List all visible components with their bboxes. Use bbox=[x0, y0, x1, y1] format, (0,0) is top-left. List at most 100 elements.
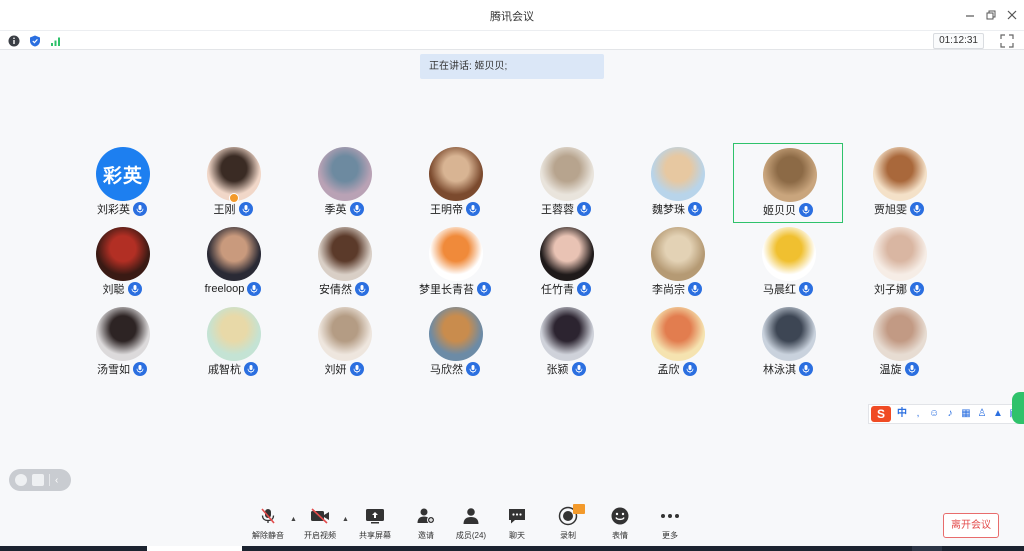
participant-tile[interactable]: 王刚 bbox=[178, 143, 288, 223]
leave-meeting-button[interactable]: 离开会议 bbox=[943, 513, 999, 538]
status-bar: 01:12:31 bbox=[0, 30, 1024, 50]
chat-bubble-icon[interactable] bbox=[32, 474, 44, 486]
start-video-button[interactable]: 开启视频 bbox=[295, 506, 345, 542]
avatar[interactable] bbox=[763, 148, 817, 202]
unmute-button[interactable]: 解除静音 bbox=[243, 506, 293, 542]
avatar[interactable]: 彩英 bbox=[96, 147, 150, 201]
avatar[interactable] bbox=[873, 147, 927, 201]
avatar[interactable] bbox=[318, 307, 372, 361]
participant-name-row: 孟欣 bbox=[622, 361, 732, 377]
participant-tile[interactable]: 季英 bbox=[289, 143, 399, 223]
emoji-icon[interactable]: ☺ bbox=[929, 409, 939, 419]
avatar[interactable] bbox=[873, 227, 927, 281]
microphone-icon bbox=[349, 202, 364, 216]
members-label: 成员(24) bbox=[455, 531, 487, 540]
participant-tile[interactable]: 王蓉蓉 bbox=[511, 143, 621, 223]
voice-icon[interactable]: ♪ bbox=[945, 409, 955, 419]
participant-tile[interactable]: 李尚宗 bbox=[622, 223, 732, 303]
keyboard-icon[interactable]: ▦ bbox=[961, 409, 971, 419]
emoji-reaction-icon[interactable] bbox=[15, 474, 27, 486]
floating-controls[interactable]: ‹ bbox=[9, 469, 71, 491]
participant-name-row: 马晨红 bbox=[733, 281, 843, 297]
participant-name-row: 王蓉蓉 bbox=[511, 201, 621, 217]
avatar[interactable] bbox=[651, 147, 705, 201]
participant-tile[interactable]: 彩英 刘彩英 bbox=[67, 143, 177, 223]
participant-tile[interactable]: 安倩然 bbox=[289, 223, 399, 303]
avatar[interactable] bbox=[651, 307, 705, 361]
participant-name-row: 安倩然 bbox=[289, 281, 399, 297]
taskbar-active-app[interactable] bbox=[147, 546, 242, 551]
chat-button[interactable]: 聊天 bbox=[492, 506, 542, 542]
avatar[interactable] bbox=[318, 147, 372, 201]
participant-tile[interactable]: 林泳淇 bbox=[733, 303, 843, 383]
avatar[interactable] bbox=[429, 227, 483, 281]
skin-icon[interactable]: ▲ bbox=[993, 409, 1003, 419]
participant-tile[interactable]: 姬贝贝 bbox=[733, 143, 843, 223]
participant-name-row: 林泳淇 bbox=[733, 361, 843, 377]
side-tab[interactable] bbox=[1012, 392, 1024, 424]
avatar[interactable] bbox=[96, 307, 150, 361]
avatar[interactable] bbox=[318, 227, 372, 281]
punctuation-icon[interactable]: , bbox=[913, 409, 923, 419]
participant-tile[interactable]: 任竹青 bbox=[511, 223, 621, 303]
share-screen-label: 共享屏幕 bbox=[359, 531, 391, 540]
record-button[interactable]: 录制 bbox=[543, 504, 593, 542]
participant-name: 戚智杭 bbox=[208, 364, 241, 376]
participant-tile[interactable]: 刘子娜 bbox=[844, 223, 954, 303]
restore-button[interactable] bbox=[982, 6, 1000, 24]
participant-name: 汤雪如 bbox=[97, 364, 130, 376]
participant-name: 魏梦珠 bbox=[652, 204, 685, 216]
fullscreen-icon[interactable] bbox=[1000, 34, 1014, 48]
participant-name: 刘妍 bbox=[324, 364, 347, 376]
participant-tile[interactable]: 汤雪如 bbox=[67, 303, 177, 383]
avatar[interactable] bbox=[207, 307, 261, 361]
members-button[interactable]: 成员(24) bbox=[446, 506, 496, 542]
participant-tile[interactable]: 王明帝 bbox=[400, 143, 510, 223]
avatar[interactable] bbox=[429, 307, 483, 361]
participant-tile[interactable]: 戚智杭 bbox=[178, 303, 288, 383]
user-icon[interactable]: ♙ bbox=[977, 409, 987, 419]
ime-language-label[interactable]: 中 bbox=[897, 409, 907, 419]
avatar[interactable] bbox=[873, 307, 927, 361]
info-icon[interactable] bbox=[8, 35, 20, 47]
microphone-icon bbox=[127, 282, 142, 296]
avatar[interactable] bbox=[96, 227, 150, 281]
participant-tile[interactable]: 张颍 bbox=[511, 303, 621, 383]
avatar[interactable] bbox=[540, 307, 594, 361]
avatar[interactable] bbox=[540, 227, 594, 281]
video-options-caret-icon[interactable]: ▲ bbox=[342, 516, 349, 523]
avatar[interactable] bbox=[762, 307, 816, 361]
avatar[interactable] bbox=[429, 147, 483, 201]
avatar[interactable] bbox=[651, 227, 705, 281]
sogou-logo-icon[interactable]: S bbox=[871, 406, 891, 422]
participant-tile[interactable]: freeloop bbox=[178, 223, 288, 303]
minimize-button[interactable] bbox=[961, 6, 979, 24]
microphone-icon bbox=[133, 202, 147, 216]
participant-tile[interactable]: 温旋 bbox=[844, 303, 954, 383]
participant-tile[interactable]: 刘妍 bbox=[289, 303, 399, 383]
share-screen-button[interactable]: 共享屏幕 bbox=[350, 506, 400, 542]
avatar[interactable] bbox=[207, 227, 261, 281]
more-button[interactable]: 更多 bbox=[645, 506, 695, 542]
signal-strength-icon[interactable] bbox=[50, 35, 62, 47]
share-screen-icon bbox=[365, 506, 385, 526]
participant-name-row: 刘子娜 bbox=[844, 281, 954, 297]
meeting-timer: 01:12:31 bbox=[933, 33, 984, 49]
emoji-button[interactable]: 表情 bbox=[595, 506, 645, 542]
avatar[interactable] bbox=[540, 147, 594, 201]
invite-button[interactable]: 邀请 bbox=[401, 506, 451, 542]
ime-toolbar[interactable]: S 中 , ☺ ♪ ▦ ♙ ▲ ▣ bbox=[868, 404, 1024, 424]
participant-tile[interactable]: 马晨红 bbox=[733, 223, 843, 303]
participant-tile[interactable]: 魏梦珠 bbox=[622, 143, 732, 223]
participant-tile[interactable]: 孟欣 bbox=[622, 303, 732, 383]
security-shield-icon[interactable] bbox=[29, 35, 41, 47]
participant-name: 季英 bbox=[324, 204, 347, 216]
chevron-left-icon[interactable]: ‹ bbox=[55, 475, 58, 486]
participant-name: 姬贝贝 bbox=[763, 205, 796, 217]
participant-tile[interactable]: 马欣然 bbox=[400, 303, 510, 383]
avatar[interactable] bbox=[762, 227, 816, 281]
close-button[interactable] bbox=[1003, 6, 1021, 24]
participant-tile[interactable]: 贾旭雯 bbox=[844, 143, 954, 223]
participant-tile[interactable]: 梦里长青苔 bbox=[400, 223, 510, 303]
participant-tile[interactable]: 刘聪 bbox=[67, 223, 177, 303]
